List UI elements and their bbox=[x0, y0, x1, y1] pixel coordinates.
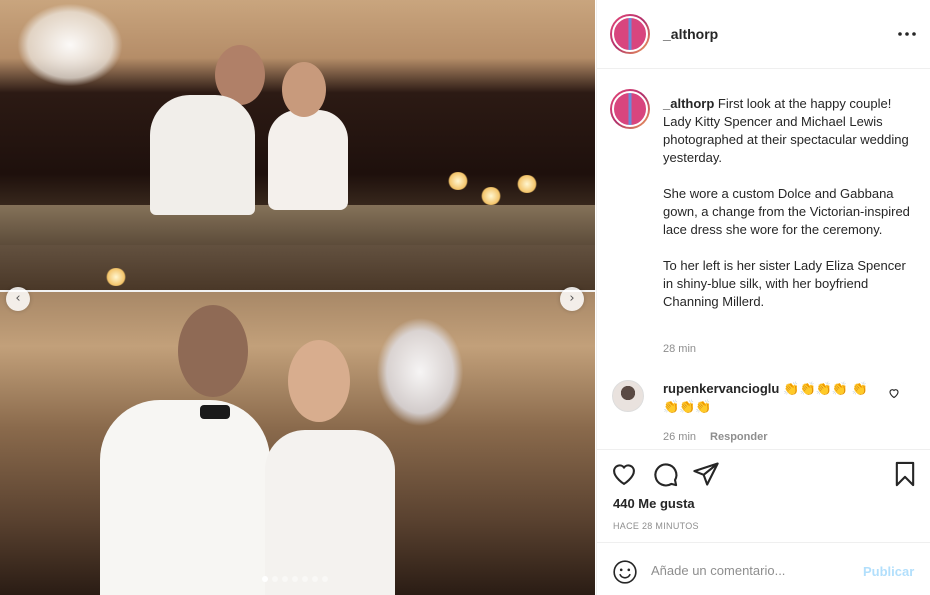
caption-username[interactable]: _althorp bbox=[663, 96, 714, 111]
carousel-dot bbox=[322, 576, 328, 582]
comment-time[interactable]: 26 min bbox=[663, 431, 696, 443]
comment-icon[interactable] bbox=[651, 460, 679, 488]
post-author-username[interactable]: _althorp bbox=[663, 26, 718, 42]
caption-text-3: To her left is her sister Lady Eliza Spe… bbox=[663, 258, 906, 309]
caption: _althorp First look at the happy couple!… bbox=[663, 95, 913, 329]
bride-figure-head bbox=[288, 340, 350, 422]
carousel-dot bbox=[272, 576, 278, 582]
comment-input[interactable] bbox=[651, 559, 851, 581]
balcony-railing bbox=[0, 205, 595, 245]
candle-light bbox=[105, 268, 127, 286]
groom-figure-head bbox=[178, 305, 248, 397]
post-timestamp[interactable]: HACE 28 MINUTOS bbox=[613, 521, 699, 531]
bookmark-icon[interactable] bbox=[891, 460, 919, 488]
heart-icon[interactable] bbox=[610, 460, 638, 488]
chevron-right-icon[interactable]: › bbox=[560, 287, 584, 311]
bow-tie bbox=[200, 405, 230, 419]
avatar[interactable] bbox=[610, 14, 650, 54]
add-comment-bar: Publicar bbox=[597, 542, 930, 595]
comment-username[interactable]: rupenkervancioglu bbox=[663, 381, 779, 396]
emoji-icon[interactable] bbox=[612, 559, 638, 585]
bride-figure-dress bbox=[265, 430, 395, 595]
more-horizontal-icon bbox=[898, 32, 916, 36]
caption-time[interactable]: 28 min bbox=[663, 343, 696, 355]
chevron-left-icon[interactable]: ‹ bbox=[6, 287, 30, 311]
groom-figure-suit bbox=[150, 95, 255, 215]
carousel-dot bbox=[312, 576, 318, 582]
bride-figure-head bbox=[282, 62, 326, 117]
carousel-indicator bbox=[262, 576, 328, 582]
photo-balcony bbox=[0, 0, 595, 290]
share-icon[interactable] bbox=[692, 460, 720, 488]
carousel-dot bbox=[292, 576, 298, 582]
caption-text-2: She wore a custom Dolce and Gabbana gown… bbox=[663, 186, 910, 237]
carousel-dot bbox=[282, 576, 288, 582]
reply-button[interactable]: Responder bbox=[710, 431, 767, 443]
comment-meta: 26 min Responder bbox=[663, 431, 768, 443]
more-options-button[interactable] bbox=[893, 22, 921, 46]
post-header: _althorp bbox=[597, 0, 930, 69]
candle-light bbox=[516, 175, 538, 193]
carousel-dot bbox=[302, 576, 308, 582]
heart-icon[interactable] bbox=[888, 387, 900, 399]
post-media[interactable]: ‹ › bbox=[0, 0, 595, 595]
candle-light bbox=[480, 187, 502, 205]
post-details-panel: _althorp _althorp First look at the happ… bbox=[596, 0, 930, 595]
post-actions: 440 Me gusta HACE 28 MINUTOS bbox=[597, 449, 930, 542]
commenter-avatar[interactable] bbox=[612, 380, 644, 412]
photo-couple-closeup bbox=[0, 292, 595, 595]
groom-figure-suit bbox=[100, 400, 270, 595]
comment-item: rupenkervancioglu 👏👏👏👏 👏👏👏👏 bbox=[663, 380, 877, 416]
like-count[interactable]: 440 Me gusta bbox=[613, 496, 695, 511]
bride-figure-dress bbox=[268, 110, 348, 210]
candle-light bbox=[447, 172, 469, 190]
carousel-dot bbox=[262, 576, 268, 582]
comments-list[interactable]: _althorp First look at the happy couple!… bbox=[597, 69, 930, 449]
caption-avatar[interactable] bbox=[610, 89, 650, 129]
publish-button[interactable]: Publicar bbox=[863, 564, 914, 579]
